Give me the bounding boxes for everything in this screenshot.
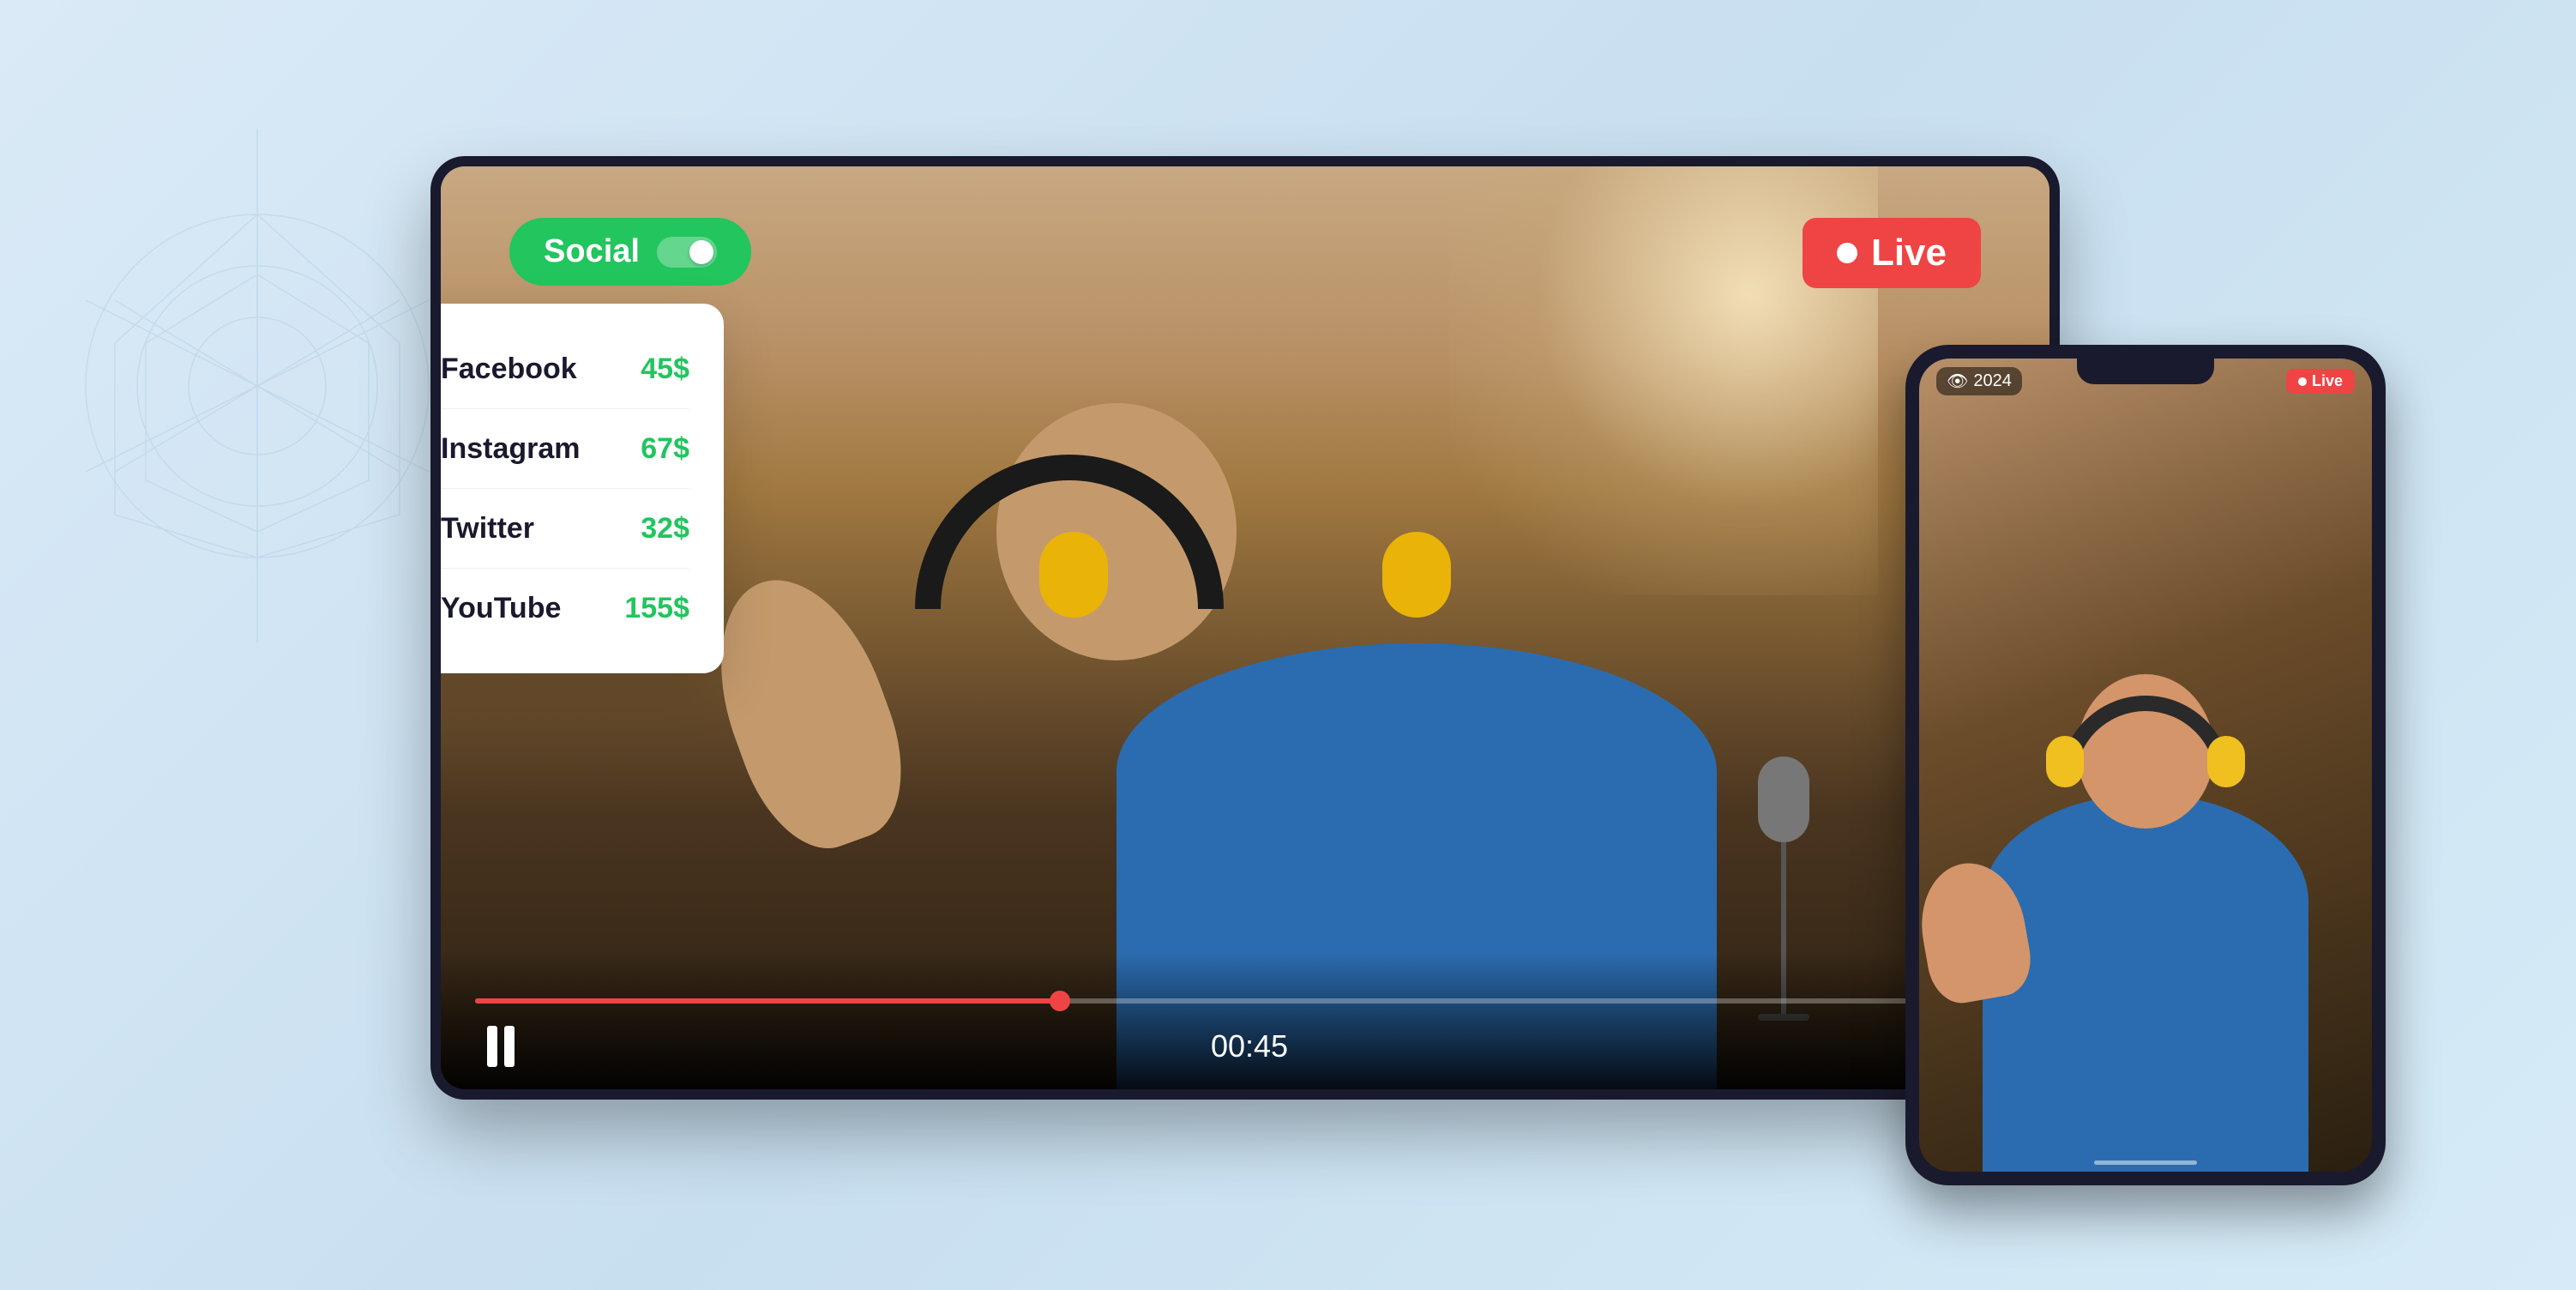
progress-dot [1050,991,1070,1011]
instagram-amount: 67$ [641,432,689,466]
toggle-knob [689,240,713,264]
social-item-youtube: YouTube 155$ [441,569,689,648]
live-indicator-dot [1837,243,1857,263]
phone-year-text: 2024 [1973,371,2012,391]
social-toggle-label: Social [544,233,640,270]
video-controls: 00:45 [441,952,2049,1089]
phone-video-content [1919,359,2372,1172]
pause-icon [487,1026,515,1067]
live-label: Live [1871,232,1947,274]
twitter-amount: 32$ [641,512,689,546]
facebook-label: Facebook [441,353,620,386]
social-stats-card: Facebook 45$ Instagram 67$ [441,304,724,673]
phone-year-display: 👁 2024 [1936,367,2022,395]
social-item-twitter: Twitter 32$ [441,489,689,569]
facebook-amount: 45$ [641,353,689,386]
scene: Live Social Facebook [259,87,2317,1203]
laptop-frame: Live Social Facebook [430,156,2060,1100]
eye-icon: 👁 [1947,371,1968,392]
youtube-amount: 155$ [624,592,689,625]
phone-home-indicator [2094,1160,2197,1165]
social-item-instagram: Instagram 67$ [441,409,689,489]
progress-bar-container[interactable] [475,998,2015,1004]
phone-live-label: Live [2312,372,2343,390]
laptop-screen: Live Social Facebook [441,166,2049,1089]
social-toggle[interactable]: Social [509,218,751,286]
phone-frame: 👁 2024 Live [1905,345,2386,1185]
twitter-label: Twitter [441,512,620,546]
progress-bar-fill [475,998,1060,1004]
phone-live-badge: Live [2286,369,2355,394]
social-item-facebook: Facebook 45$ [441,329,689,409]
time-display: 00:45 [1211,1028,1288,1064]
phone-live-dot [2298,377,2307,386]
pause-button[interactable] [475,1021,527,1072]
youtube-label: YouTube [441,592,604,625]
instagram-label: Instagram [441,432,620,466]
toggle-switch[interactable] [657,237,717,268]
controls-row: 00:45 [475,1021,2015,1072]
live-badge: Live [1803,218,1981,288]
phone-notch [2077,359,2214,384]
phone-screen: 👁 2024 Live [1919,359,2372,1172]
